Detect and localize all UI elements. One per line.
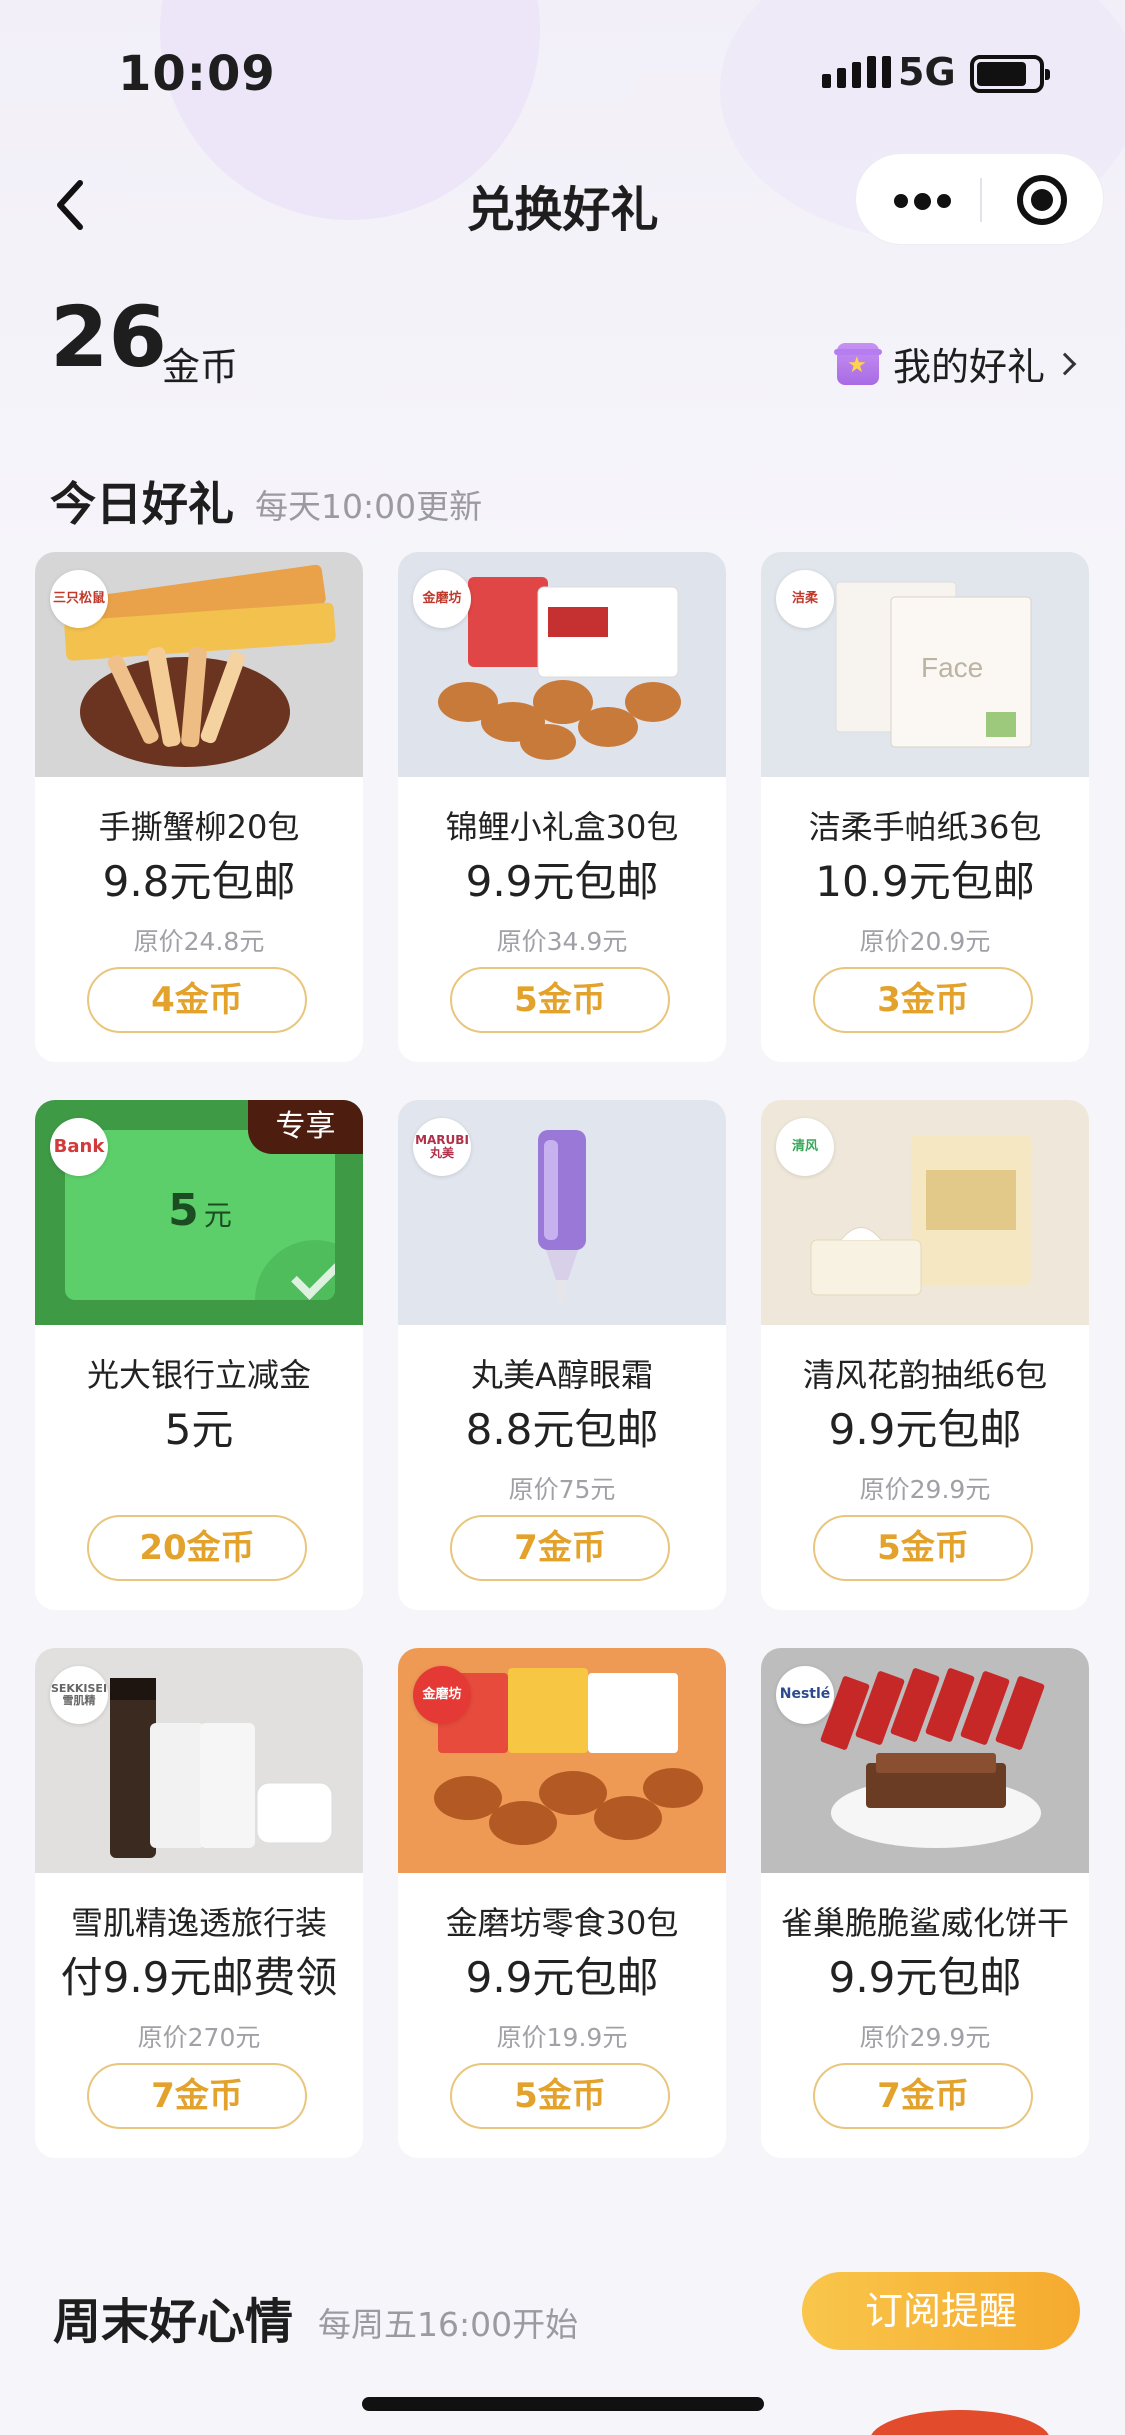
voucher-unit: 元 bbox=[203, 1199, 232, 1232]
redeem-button[interactable]: 7金币 bbox=[450, 1515, 670, 1581]
capsule-divider bbox=[980, 178, 982, 222]
product-name: 清风花韵抽纸6包 bbox=[802, 1356, 1048, 1394]
brand-logo: Bank bbox=[50, 1118, 108, 1176]
mini-program-capsule bbox=[855, 153, 1104, 245]
product-name: 光大银行立减金 bbox=[86, 1356, 311, 1394]
product-price: 9.9元包邮 bbox=[465, 857, 659, 906]
product-price: 10.9元包邮 bbox=[815, 857, 1035, 906]
original-price: 原价24.8元 bbox=[133, 927, 265, 956]
signal-icon bbox=[822, 56, 891, 88]
brand-logo: 金磨坊 bbox=[413, 1666, 471, 1724]
original-price: 原价29.9元 bbox=[859, 2023, 991, 2052]
status-bar: 10:09 5G bbox=[0, 0, 1125, 150]
redeem-button[interactable]: 4金币 bbox=[87, 967, 307, 1033]
product-price: 5元 bbox=[164, 1405, 234, 1454]
redeem-button[interactable]: 20金币 bbox=[87, 1515, 307, 1581]
brand-logo: 三只松鼠 bbox=[50, 570, 108, 628]
product-card[interactable]: 金磨坊 锦鲤小礼盒30包 9.9元包邮 原价34.9元 5金币 bbox=[398, 552, 726, 1062]
brand-logo: MARUBI 丸美 bbox=[413, 1118, 471, 1176]
product-name: 雀巢脆脆鲨威化饼干 bbox=[780, 1904, 1069, 1942]
subscribe-reminder-button[interactable]: 订阅提醒 bbox=[802, 2272, 1080, 2350]
redeem-button[interactable]: 5金币 bbox=[813, 1515, 1033, 1581]
original-price: 原价270元 bbox=[137, 2023, 261, 2052]
original-price: 原价34.9元 bbox=[496, 927, 628, 956]
redeem-button[interactable]: 5金币 bbox=[450, 967, 670, 1033]
brand-logo: 清风 bbox=[776, 1118, 834, 1176]
product-card[interactable]: 5 元 专享 Bank 光大银行立减金 5元 20金币 bbox=[35, 1100, 363, 1610]
product-card[interactable]: Face 洁柔 洁柔手帕纸36包 10.9元包邮 原价20.9元 3金币 bbox=[761, 552, 1089, 1062]
product-price: 9.9元包邮 bbox=[828, 1953, 1022, 2002]
product-name: 金磨坊零食30包 bbox=[445, 1904, 679, 1942]
partial-image bbox=[870, 2410, 1050, 2435]
coin-balance: 26 bbox=[50, 288, 167, 386]
product-price: 9.9元包邮 bbox=[465, 1953, 659, 2002]
network-type: 5G bbox=[898, 50, 956, 94]
product-price: 9.9元包邮 bbox=[828, 1405, 1022, 1454]
redeem-button[interactable]: 7金币 bbox=[87, 2063, 307, 2129]
product-card[interactable]: 三只松鼠 手撕蟹柳20包 9.8元包邮 原价24.8元 4金币 bbox=[35, 552, 363, 1062]
exclusive-badge: 专享 bbox=[248, 1100, 363, 1154]
gift-box-icon bbox=[834, 342, 882, 385]
weekend-section-subtitle: 每周五16:00开始 bbox=[318, 2305, 579, 2344]
product-name: 锦鲤小礼盒30包 bbox=[445, 808, 679, 846]
product-price: 付9.9元邮费领 bbox=[60, 1953, 338, 2002]
status-time: 10:09 bbox=[118, 46, 276, 102]
product-price: 9.8元包邮 bbox=[102, 857, 296, 906]
my-gifts-link[interactable]: 我的好礼 bbox=[834, 336, 1077, 391]
weekend-section-title: 周末好心情 bbox=[53, 2294, 294, 2350]
redeem-button[interactable]: 3金币 bbox=[813, 967, 1033, 1033]
brand-logo: 金磨坊 bbox=[413, 570, 471, 628]
svg-text:Face: Face bbox=[921, 652, 983, 683]
redeem-button[interactable]: 5金币 bbox=[450, 2063, 670, 2129]
redeem-button[interactable]: 7金币 bbox=[813, 2063, 1033, 2129]
product-name: 雪肌精逸透旅行装 bbox=[70, 1904, 327, 1942]
original-price: 原价75元 bbox=[508, 1475, 616, 1504]
product-card[interactable]: Nestlé 雀巢脆脆鲨威化饼干 9.9元包邮 原价29.9元 7金币 bbox=[761, 1648, 1089, 2158]
product-card[interactable]: 金磨坊 金磨坊零食30包 9.9元包邮 原价19.9元 5金币 bbox=[398, 1648, 726, 2158]
section-subtitle: 每天10:00更新 bbox=[255, 487, 483, 526]
voucher-value: 5 bbox=[168, 1185, 199, 1236]
product-card[interactable]: 清风 清风花韵抽纸6包 9.9元包邮 原价29.9元 5金币 bbox=[761, 1100, 1089, 1610]
original-price: 原价20.9元 bbox=[859, 927, 991, 956]
product-card[interactable]: SEKKISEI 雪肌精 雪肌精逸透旅行装 付9.9元邮费领 原价270元 7金… bbox=[35, 1648, 363, 2158]
more-icon[interactable] bbox=[894, 193, 951, 210]
brand-logo: 洁柔 bbox=[776, 570, 834, 628]
product-name: 手撕蟹柳20包 bbox=[98, 808, 300, 846]
original-price: 原价19.9元 bbox=[496, 2023, 628, 2052]
original-price: 原价29.9元 bbox=[859, 1475, 991, 1504]
section-title: 今日好礼 bbox=[50, 477, 234, 531]
product-name: 洁柔手帕纸36包 bbox=[808, 808, 1042, 846]
product-card[interactable]: MARUBI 丸美 丸美A醇眼霜 8.8元包邮 原价75元 7金币 bbox=[398, 1100, 726, 1610]
close-target-icon[interactable] bbox=[1017, 175, 1067, 225]
my-gifts-label: 我的好礼 bbox=[893, 345, 1046, 389]
chevron-right-icon bbox=[1053, 352, 1077, 375]
product-price: 8.8元包邮 bbox=[465, 1405, 659, 1454]
brand-logo: SEKKISEI 雪肌精 bbox=[50, 1666, 108, 1724]
home-indicator[interactable] bbox=[362, 2397, 764, 2411]
product-name: 丸美A醇眼霜 bbox=[471, 1356, 653, 1394]
coin-unit: 金币 bbox=[162, 345, 239, 389]
brand-logo: Nestlé bbox=[776, 1666, 834, 1724]
battery-icon bbox=[970, 55, 1050, 93]
